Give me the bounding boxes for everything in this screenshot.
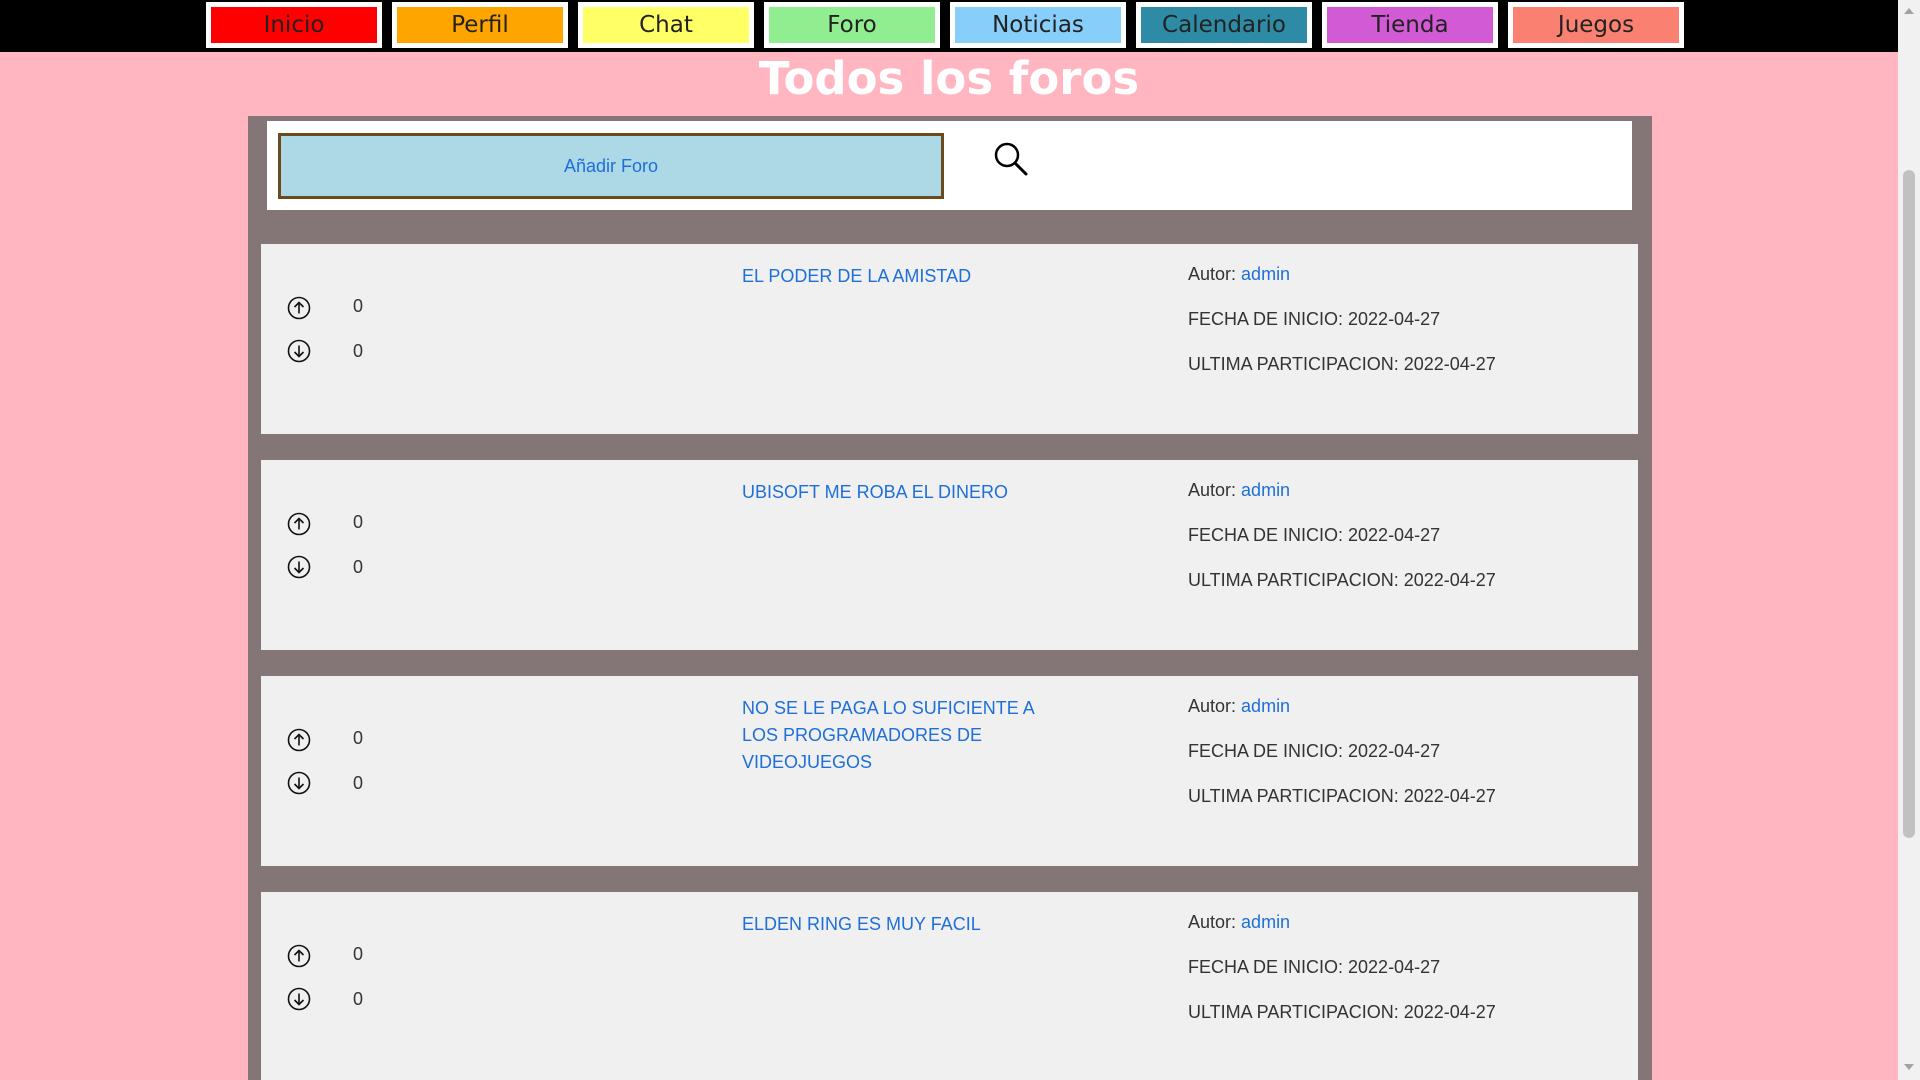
search-icon[interactable]: [993, 141, 1029, 177]
forum-card: 0 0 UBISOFT ME ROBA EL DINERO Autor: adm…: [261, 460, 1638, 650]
forum-last-participation: ULTIMA PARTICIPACION: 2022-04-27: [1188, 354, 1496, 374]
author-link[interactable]: admin: [1241, 696, 1290, 716]
forum-toolbar: Añadir Foro: [267, 121, 1632, 210]
downvote-icon[interactable]: [286, 770, 312, 796]
forum-page: Inicio Perfil Chat Foro Noticias Calenda…: [0, 0, 1920, 1080]
downvote-count: 0: [353, 989, 364, 1009]
upvote-icon[interactable]: [286, 511, 312, 537]
forum-last-participation: ULTIMA PARTICIPACION: 2022-04-27: [1188, 570, 1496, 590]
page-title: Todos los foros: [758, 52, 1140, 105]
vertical-scrollbar[interactable]: [1898, 0, 1920, 1080]
upvote-icon[interactable]: [286, 727, 312, 753]
upvote-icon[interactable]: [286, 295, 312, 321]
forum-author: Autor: admin: [1188, 480, 1290, 501]
nav-foro-button[interactable]: Foro: [764, 2, 940, 48]
nav-juegos-button[interactable]: Juegos: [1508, 2, 1684, 48]
downvote-count: 0: [353, 557, 364, 577]
forum-list-container: Añadir Foro 0 0 EL PODER DE LA AMISTAD A…: [248, 116, 1652, 1080]
forum-card: 0 0 NO SE LE PAGA LO SUFICIENTE A LOS PR…: [261, 676, 1638, 866]
forum-start-date: FECHA DE INICIO: 2022-04-27: [1188, 309, 1441, 329]
author-label: Autor:: [1188, 696, 1237, 716]
forum-title-link[interactable]: UBISOFT ME ROBA EL DINERO: [742, 479, 1062, 506]
forum-last-participation: ULTIMA PARTICIPACION: 2022-04-27: [1188, 1002, 1496, 1022]
scroll-up-arrow-icon[interactable]: [1904, 8, 1914, 14]
downvote-count: 0: [353, 773, 364, 793]
nav-inicio-button[interactable]: Inicio: [206, 2, 382, 48]
forum-title-link[interactable]: EL PODER DE LA AMISTAD: [742, 263, 1062, 290]
top-nav: Inicio Perfil Chat Foro Noticias Calenda…: [0, 0, 1898, 52]
scroll-down-arrow-icon[interactable]: [1904, 1064, 1914, 1070]
forum-card: 0 0 EL PODER DE LA AMISTAD Autor: admin …: [261, 244, 1638, 434]
forum-start-date: FECHA DE INICIO: 2022-04-27: [1188, 525, 1441, 545]
downvote-count: 0: [353, 341, 364, 361]
author-link[interactable]: admin: [1241, 480, 1290, 500]
nav-perfil-button[interactable]: Perfil: [392, 2, 568, 48]
forum-author: Autor: admin: [1188, 912, 1290, 933]
author-link[interactable]: admin: [1241, 264, 1290, 284]
author-label: Autor:: [1188, 912, 1237, 932]
nav-tienda-button[interactable]: Tienda: [1322, 2, 1498, 48]
scrollbar-thumb[interactable]: [1903, 170, 1915, 838]
upvote-icon[interactable]: [286, 943, 312, 969]
downvote-icon[interactable]: [286, 554, 312, 580]
downvote-icon[interactable]: [286, 986, 312, 1012]
forum-start-date: FECHA DE INICIO: 2022-04-27: [1188, 957, 1441, 977]
nav-chat-button[interactable]: Chat: [578, 2, 754, 48]
forum-last-participation: ULTIMA PARTICIPACION: 2022-04-27: [1188, 786, 1496, 806]
nav-noticias-button[interactable]: Noticias: [950, 2, 1126, 48]
forum-author: Autor: admin: [1188, 264, 1290, 285]
add-forum-button[interactable]: Añadir Foro: [278, 133, 944, 199]
author-label: Autor:: [1188, 264, 1237, 284]
author-label: Autor:: [1188, 480, 1237, 500]
forum-title-link[interactable]: ELDEN RING ES MUY FACIL: [742, 911, 1062, 938]
downvote-icon[interactable]: [286, 338, 312, 364]
forum-card: 0 0 ELDEN RING ES MUY FACIL Autor: admin…: [261, 892, 1638, 1080]
forum-title-link[interactable]: NO SE LE PAGA LO SUFICIENTE A LOS PROGRA…: [742, 695, 1062, 776]
upvote-count: 0: [353, 944, 364, 964]
forum-start-date: FECHA DE INICIO: 2022-04-27: [1188, 741, 1441, 761]
upvote-count: 0: [353, 728, 364, 748]
upvote-count: 0: [353, 512, 364, 532]
forum-author: Autor: admin: [1188, 696, 1290, 717]
nav-calendario-button[interactable]: Calendario: [1136, 2, 1312, 48]
author-link[interactable]: admin: [1241, 912, 1290, 932]
upvote-count: 0: [353, 296, 364, 316]
